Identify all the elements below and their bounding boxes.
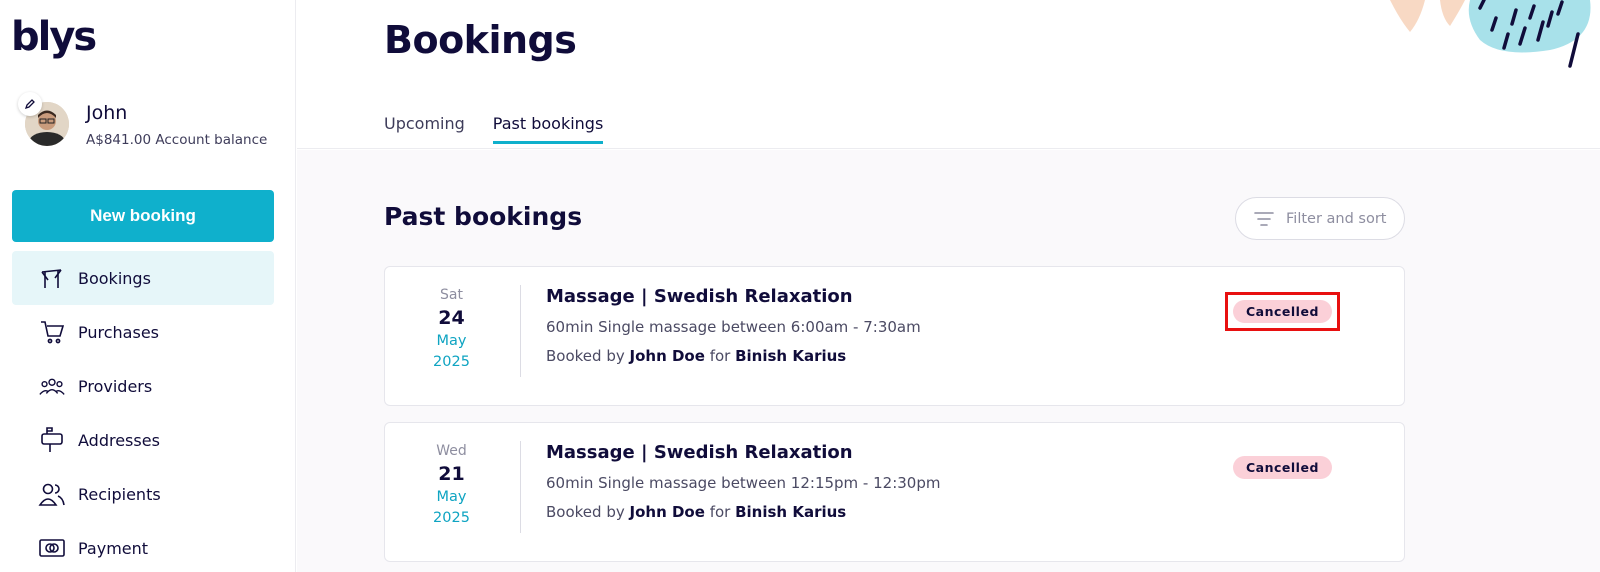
sidebar-item-recipients[interactable]: Recipients (12, 467, 274, 521)
booker-name: John Doe (629, 347, 705, 365)
sidebar-item-bookings[interactable]: Bookings (12, 251, 274, 305)
booker-name: John Doe (629, 503, 705, 521)
booking-month: May (436, 333, 467, 349)
booked-by-prefix: Booked by (546, 503, 625, 521)
section-title: Past bookings (384, 202, 583, 231)
mailbox-icon (38, 426, 66, 454)
status-badge: Cancelled (1233, 456, 1332, 479)
booking-info: Massage | Swedish Relaxation 60min Singl… (546, 441, 940, 522)
sidebar: blys John A$841.00 Account balance New b… (0, 0, 296, 572)
booking-booked-by: Booked by John Doe for Binish Karius (546, 346, 921, 366)
filter-icon (1254, 211, 1274, 227)
booking-weekday: Wed (436, 443, 467, 459)
edit-profile-icon[interactable] (18, 92, 42, 116)
providers-icon (38, 372, 66, 400)
sidebar-item-label: Purchases (78, 322, 159, 342)
booking-description: 60min Single massage between 12:15pm - 1… (546, 474, 941, 492)
for-word: for (709, 347, 731, 365)
decorative-shapes (1380, 0, 1600, 75)
booked-by-prefix: Booked by (546, 347, 625, 365)
booking-year: 2025 (433, 354, 470, 370)
profile-name: John (86, 102, 128, 124)
booking-tabs: Upcoming Past bookings (384, 114, 631, 144)
card-divider (520, 441, 521, 533)
status-badge-wrapper: Cancelled (1225, 292, 1340, 331)
booking-year: 2025 (433, 510, 470, 526)
blys-logo[interactable]: blys (11, 14, 97, 60)
sidebar-item-providers[interactable]: Providers (12, 359, 274, 413)
booking-day: 24 (438, 307, 465, 329)
sidebar-item-label: Recipients (78, 484, 161, 504)
booking-booked-by: Booked by John Doe for Binish Karius (546, 502, 940, 522)
sidebar-item-label: Providers (78, 376, 153, 396)
booking-description: 60min Single massage between 6:00am - 7:… (546, 318, 921, 336)
tab-past-bookings[interactable]: Past bookings (492, 114, 604, 144)
card-divider (520, 285, 521, 377)
booking-weekday: Sat (440, 287, 463, 303)
booking-card[interactable]: Sat 24 May 2025 Massage | Swedish Relaxa… (384, 266, 1405, 406)
booking-title: Massage | Swedish Relaxation (546, 442, 853, 463)
recipients-icon (38, 480, 66, 508)
sidebar-item-label: Payment (78, 538, 149, 558)
account-balance: A$841.00 Account balance (86, 132, 268, 148)
new-booking-button[interactable]: New booking (12, 190, 274, 242)
sidebar-item-payment[interactable]: Payment (12, 521, 274, 572)
booking-title: Massage | Swedish Relaxation (546, 286, 853, 307)
booking-month: May (436, 489, 467, 505)
sidebar-nav: Bookings Purchases Providers Addresses R… (12, 251, 274, 572)
bookings-icon (38, 264, 66, 292)
bookings-content: Past bookings Filter and sort Sat 24 May… (297, 150, 1600, 572)
recipient-name: Binish Karius (735, 503, 847, 521)
page-title: Bookings (384, 18, 577, 62)
booking-day: 21 (438, 463, 465, 485)
card-icon (38, 534, 66, 562)
sidebar-item-addresses[interactable]: Addresses (12, 413, 274, 467)
tab-upcoming[interactable]: Upcoming (384, 114, 465, 144)
user-profile[interactable]: John A$841.00 Account balance (18, 92, 288, 156)
status-badge: Cancelled (1233, 300, 1332, 323)
booking-card[interactable]: Wed 21 May 2025 Massage | Swedish Relaxa… (384, 422, 1405, 562)
sidebar-item-label: Addresses (78, 430, 160, 450)
filter-sort-button[interactable]: Filter and sort (1235, 197, 1405, 240)
booking-date: Sat 24 May 2025 (385, 285, 518, 373)
sidebar-item-label: Bookings (78, 268, 151, 288)
filter-sort-label: Filter and sort (1286, 210, 1387, 227)
recipient-name: Binish Karius (735, 347, 847, 365)
for-word: for (709, 503, 731, 521)
cart-icon (38, 318, 66, 346)
sidebar-item-purchases[interactable]: Purchases (12, 305, 274, 359)
booking-info: Massage | Swedish Relaxation 60min Singl… (546, 285, 921, 366)
page-header: Bookings Upcoming Past bookings (297, 0, 1600, 149)
status-badge-wrapper: Cancelled (1233, 456, 1332, 479)
booking-date: Wed 21 May 2025 (385, 441, 518, 529)
main-area: Bookings Upcoming Past bookings Past boo… (297, 0, 1600, 572)
